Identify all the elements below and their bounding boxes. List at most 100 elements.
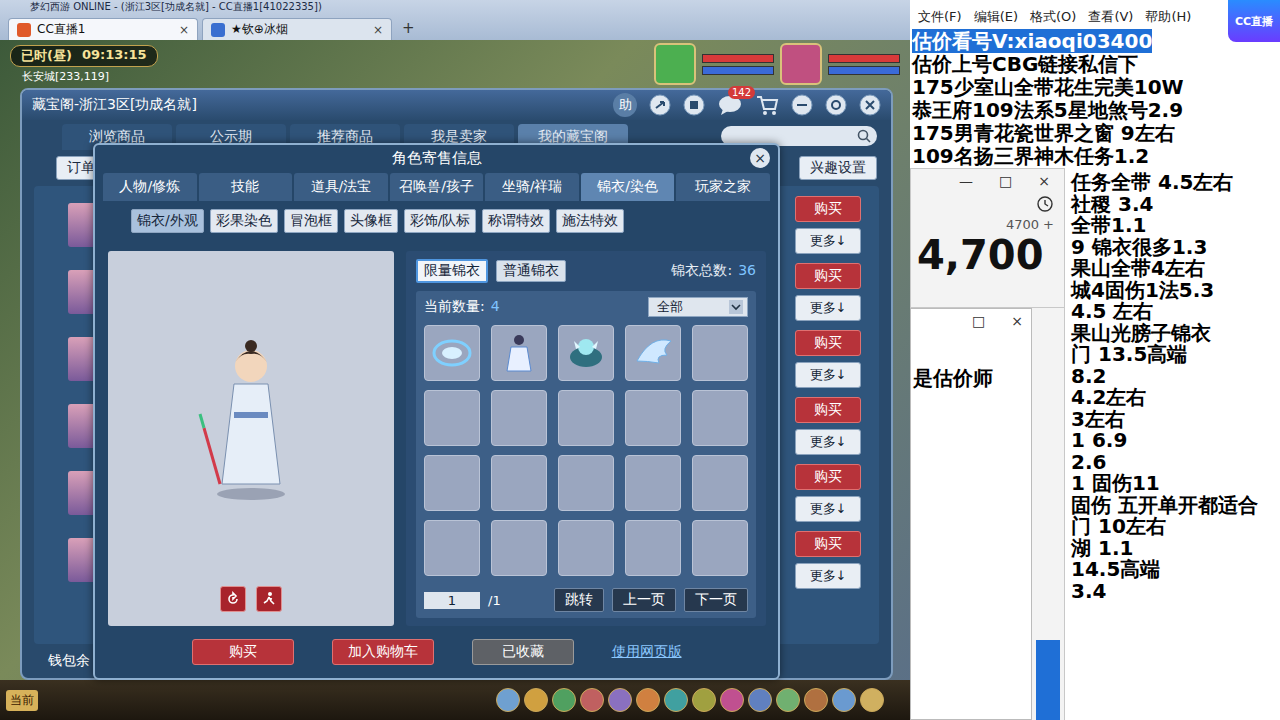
dialog-close[interactable]: × (750, 148, 770, 168)
dialog-button[interactable]: 已收藏 (472, 639, 574, 665)
dialog-subtab[interactable]: 彩果染色 (210, 209, 278, 233)
shortcut-icon[interactable] (608, 688, 632, 712)
closet-slot[interactable] (491, 520, 547, 576)
shortcut-icon[interactable] (692, 688, 716, 712)
closet-slot[interactable] (491, 390, 547, 446)
rotate-button[interactable] (220, 586, 246, 612)
shortcut-icon[interactable] (804, 688, 828, 712)
dialog-tab[interactable]: 坐骑/祥瑞 (485, 173, 579, 201)
notepad-line[interactable]: 175少室山全带花生完美10W (912, 76, 1280, 99)
notepad-line[interactable]: 3.4 (1071, 581, 1280, 603)
closet-slot[interactable] (625, 455, 681, 511)
dialog-subtab[interactable]: 彩饰/队标 (404, 209, 477, 233)
dialog-subtab[interactable]: 施法特效 (556, 209, 624, 233)
shortcut-icon[interactable] (496, 688, 520, 712)
dialog-subtab[interactable]: 头像框 (344, 209, 398, 233)
notepad-line[interactable]: 固伤 五开单开都适合 (1071, 495, 1280, 517)
interest-button[interactable]: 兴趣设置 (799, 156, 877, 180)
closet-toggle[interactable]: 限量锦衣 (416, 259, 488, 283)
shortcut-icon[interactable] (552, 688, 576, 712)
buy-button[interactable]: 购买 (795, 196, 861, 222)
notepad-line[interactable]: 门 10左右 (1071, 516, 1280, 538)
closet-slot[interactable] (491, 325, 547, 381)
client-tab[interactable]: CC直播1× (8, 18, 198, 40)
shortcut-icon[interactable] (776, 688, 800, 712)
closet-slot[interactable] (625, 325, 681, 381)
window-control[interactable]: — (959, 173, 973, 189)
closet-slot[interactable] (692, 520, 748, 576)
close-icon[interactable] (859, 94, 881, 116)
filter-select[interactable]: 全部 (648, 297, 748, 317)
notepad-line[interactable]: 1 6.9 (1071, 430, 1280, 452)
dialog-tab[interactable]: 道具/法宝 (294, 173, 388, 201)
shortcut-icon[interactable] (860, 688, 884, 712)
closet-slot[interactable] (558, 455, 614, 511)
dialog-tab[interactable]: 锦衣/染色 (581, 173, 675, 201)
closet-toggle[interactable]: 普通锦衣 (496, 260, 566, 282)
shortcut-icon[interactable] (636, 688, 660, 712)
buy-button[interactable]: 购买 (795, 263, 861, 289)
prev-page-button[interactable]: 上一页 (612, 588, 676, 612)
dialog-tab[interactable]: 技能 (199, 173, 293, 201)
closet-slot[interactable] (424, 390, 480, 446)
buy-button[interactable]: 购买 (795, 330, 861, 356)
notepad-line[interactable]: 9 锦衣很多1.3 (1071, 237, 1280, 259)
closet-slot[interactable] (692, 455, 748, 511)
menu-item[interactable]: 格式(O) (1030, 8, 1076, 30)
notepad-line[interactable]: 1 固伤11 (1071, 473, 1280, 495)
web-version-link[interactable]: 使用网页版 (612, 643, 682, 661)
minimize-icon[interactable] (791, 94, 813, 116)
closet-slot[interactable] (692, 325, 748, 381)
buy-button[interactable]: 购买 (795, 531, 861, 557)
dialog-subtab[interactable]: 锦衣/外观 (131, 209, 204, 233)
notepad-line[interactable]: 社稷 3.4 (1071, 194, 1280, 216)
tab-close[interactable]: × (179, 23, 189, 37)
notepad-line[interactable]: 4.2左右 (1071, 387, 1280, 409)
tab-close[interactable]: × (373, 23, 383, 37)
more-button[interactable]: 更多↓ (795, 362, 861, 388)
settings-icon[interactable] (825, 94, 847, 116)
shortcut-icon[interactable] (580, 688, 604, 712)
dialog-subtab[interactable]: 称谓特效 (482, 209, 550, 233)
notepad-line[interactable]: 城4固伤1法5.3 (1071, 280, 1280, 302)
menu-item[interactable]: 帮助(H) (1145, 8, 1191, 30)
notepad-line[interactable]: 2.6 (1071, 452, 1280, 474)
messages[interactable]: 142 (717, 94, 743, 116)
closet-slot[interactable] (491, 455, 547, 511)
buy-button[interactable]: 购买 (795, 464, 861, 490)
closet-slot[interactable] (625, 520, 681, 576)
shortcut-icon[interactable] (748, 688, 772, 712)
shortcut-icon[interactable] (832, 688, 856, 712)
buy-button[interactable]: 购买 (795, 397, 861, 423)
notepad-line[interactable]: 门 13.5高端 (1071, 344, 1280, 366)
notepad-line[interactable]: 恭王府109法系5星地煞号2.9 (912, 99, 1280, 122)
more-button[interactable]: 更多↓ (795, 429, 861, 455)
cart-icon[interactable] (755, 94, 779, 116)
more-button[interactable]: 更多↓ (795, 563, 861, 589)
notepad-line[interactable]: 估价看号V:xiaoqi03400 (912, 30, 1280, 53)
notepad-line[interactable]: 3左右 (1071, 409, 1280, 431)
dialog-button[interactable]: 加入购物车 (332, 639, 434, 665)
more-button[interactable]: 更多↓ (795, 228, 861, 254)
closet-slot[interactable] (558, 325, 614, 381)
new-tab-button[interactable]: + (396, 19, 421, 40)
window-control[interactable]: □ (999, 173, 1012, 189)
closet-slot[interactable] (424, 325, 480, 381)
more-button[interactable]: 更多↓ (795, 295, 861, 321)
notepad-line[interactable]: 109名扬三界神木任务1.2 (912, 145, 1280, 168)
jump-button[interactable]: 跳转 (554, 588, 604, 612)
shortcut-icon[interactable] (524, 688, 548, 712)
history-icon[interactable] (1036, 195, 1054, 213)
notepad-line[interactable]: 175男青花瓷世界之窗 9左右 (912, 122, 1280, 145)
notepad-line[interactable]: 8.2 (1071, 366, 1280, 388)
window-control[interactable]: × (1011, 313, 1023, 329)
client-tab[interactable]: ★钦⊕冰烟× (202, 18, 392, 40)
character-figure[interactable] (196, 334, 306, 504)
menu-item[interactable]: 文件(F) (918, 8, 962, 30)
more-button[interactable]: 更多↓ (795, 496, 861, 522)
notepad-line[interactable]: 果山光膀子锦衣 (1071, 323, 1280, 345)
shortcut-icon[interactable] (664, 688, 688, 712)
closet-slot[interactable] (625, 390, 681, 446)
closet-slot[interactable] (424, 455, 480, 511)
shortcut-icon[interactable] (720, 688, 744, 712)
